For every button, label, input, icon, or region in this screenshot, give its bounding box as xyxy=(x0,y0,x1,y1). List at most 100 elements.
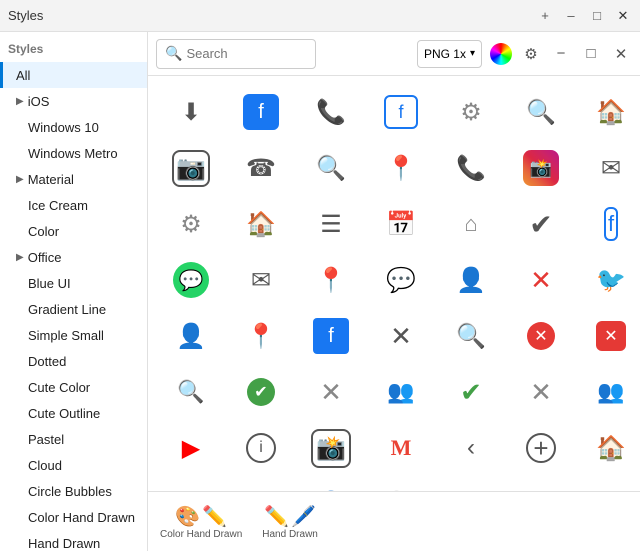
sidebar-item-cute-color[interactable]: Cute Color xyxy=(0,374,147,400)
sidebar-item-hand-drawn[interactable]: Hand Drawn xyxy=(0,530,147,551)
checkmark-icon[interactable]: ✔ xyxy=(506,196,576,252)
sidebar-item-color-hand-drawn[interactable]: Color Hand Drawn xyxy=(0,504,147,530)
sidebar-item-office[interactable]: ▶ Office xyxy=(0,244,147,270)
close-x-red-icon[interactable]: ✕ xyxy=(506,252,576,308)
sidebar-item-label: Cloud xyxy=(28,458,62,473)
sidebar-item-cloud[interactable]: Cloud xyxy=(0,452,147,478)
facebook-outline2-icon[interactable]: f xyxy=(576,196,640,252)
search-blue-icon[interactable]: 🔍 xyxy=(366,476,436,491)
sidebar-item-dotted[interactable]: Dotted xyxy=(0,348,147,374)
twitter2-icon[interactable]: 🐦 xyxy=(156,476,226,491)
sidebar-item-cute-outline[interactable]: Cute Outline xyxy=(0,400,147,426)
close-icon[interactable]: ✕ xyxy=(610,43,632,65)
phone-icon[interactable]: 📞 xyxy=(296,84,366,140)
menu2-icon[interactable]: ☰ xyxy=(436,476,506,491)
phone3-icon[interactable]: 📞 xyxy=(436,140,506,196)
facebook-outline-icon[interactable]: f xyxy=(366,84,436,140)
facebook3-icon[interactable]: f xyxy=(296,308,366,364)
checkmark-green-circle-icon[interactable]: ✔ xyxy=(226,364,296,420)
search3-icon[interactable]: 🔍 xyxy=(296,140,366,196)
home-color-icon[interactable]: 🏠 xyxy=(506,476,576,491)
whatsapp2-icon[interactable]: 💬 xyxy=(366,252,436,308)
sidebar-item-all[interactable]: All xyxy=(0,62,147,88)
close-red-square-icon[interactable]: ✕ xyxy=(576,308,640,364)
sidebar-item-label: Pastel xyxy=(28,432,64,447)
person-icon[interactable]: 👤 xyxy=(436,252,506,308)
sidebar-item-label: iOS xyxy=(28,94,50,109)
home2-icon[interactable]: 🏠 xyxy=(226,196,296,252)
sidebar-item-pastel[interactable]: Pastel xyxy=(0,426,147,452)
plus-circle-icon[interactable]: + xyxy=(506,420,576,476)
search2-icon[interactable]: 🔍 xyxy=(506,84,576,140)
search-box[interactable]: 🔍 xyxy=(156,39,316,69)
location-red-icon[interactable]: 📍 xyxy=(226,308,296,364)
close-x-icon[interactable]: ✕ xyxy=(366,308,436,364)
home3-icon[interactable]: ⌂ xyxy=(436,196,506,252)
close-button[interactable]: ✕ xyxy=(614,7,632,25)
email2-icon[interactable]: ✉ xyxy=(226,252,296,308)
instagram-color-icon[interactable]: 📸 xyxy=(506,140,576,196)
person2-icon[interactable]: 👤 xyxy=(156,308,226,364)
search4-icon[interactable]: 🔍 xyxy=(436,308,506,364)
color-hand-drawn-icon1: 🎨 xyxy=(175,504,200,529)
youtube-icon[interactable]: ▶ xyxy=(156,420,226,476)
instagram-outline-icon[interactable]: 📷 xyxy=(156,140,226,196)
gear2-icon[interactable]: ⚙ xyxy=(156,196,226,252)
chevron-left-icon[interactable]: ‹ xyxy=(436,420,506,476)
email-icon[interactable]: ✉ xyxy=(576,140,640,196)
phone2-icon[interactable]: ☎ xyxy=(226,140,296,196)
close-x3-icon[interactable]: ✕ xyxy=(506,364,576,420)
color-hand-drawn-icon2: ✏️ xyxy=(202,504,227,529)
sidebar-item-windows-metro[interactable]: Windows Metro xyxy=(0,140,147,166)
person3-icon[interactable]: 👤 xyxy=(296,476,366,491)
menu-icon[interactable]: ☰ xyxy=(296,196,366,252)
settings2-icon[interactable]: ⚙ xyxy=(226,476,296,491)
group-icon[interactable]: 👥 xyxy=(366,364,436,420)
checkmark2-icon[interactable]: ✔ xyxy=(436,364,506,420)
hand-drawn-icon1: ✏️ xyxy=(264,504,289,529)
title-bar-label: Styles xyxy=(8,8,43,23)
maximize-button[interactable]: □ xyxy=(588,7,606,25)
search-input[interactable] xyxy=(186,46,306,61)
icon-grid-wrapper: ⬇ f 📞 f ⚙ 🔍 🏠 📷 ☎ 🔍 📍 📞 📸 ✉ ⚙ 🏠 ☰ � xyxy=(148,76,640,491)
facebook-icon[interactable]: f xyxy=(226,84,296,140)
close-x2-icon[interactable]: ✕ xyxy=(296,364,366,420)
close-red-circle-icon[interactable]: ✕ xyxy=(506,308,576,364)
style-thumb-color-hand-drawn[interactable]: 🎨 ✏️ Color Hand Drawn xyxy=(156,500,246,544)
sidebar-item-material[interactable]: ▶ Material xyxy=(0,166,147,192)
location-icon[interactable]: 📍 xyxy=(366,140,436,196)
sidebar-item-ios[interactable]: ▶ iOS xyxy=(0,88,147,114)
settings-gear-icon[interactable]: ⚙ xyxy=(436,84,506,140)
settings-icon[interactable]: ⚙ xyxy=(520,43,542,65)
instagram2-icon[interactable]: 📸 xyxy=(296,420,366,476)
format-selector[interactable]: PNG 1x ▾ xyxy=(417,40,482,68)
gmail-icon[interactable]: M xyxy=(366,420,436,476)
minimize-icon[interactable]: − xyxy=(550,43,572,65)
search-magnify-icon[interactable]: 🔍 xyxy=(156,364,226,420)
style-thumb-hand-drawn[interactable]: ✏️ 🖊️ Hand Drawn xyxy=(258,500,322,544)
sidebar-item-simple-small[interactable]: Simple Small xyxy=(0,322,147,348)
sidebar-item-blue-ui[interactable]: Blue UI xyxy=(0,270,147,296)
maximize-icon[interactable]: □ xyxy=(580,43,602,65)
sidebar-item-windows10[interactable]: Windows 10 xyxy=(0,114,147,140)
sidebar-item-ice-cream[interactable]: Ice Cream xyxy=(0,192,147,218)
twitter-icon[interactable]: 🐦 xyxy=(576,252,640,308)
info-icon[interactable]: i xyxy=(226,420,296,476)
sidebar-item-label: Windows Metro xyxy=(28,146,118,161)
whatsapp-icon[interactable]: 💬 xyxy=(156,252,226,308)
minimize-button[interactable]: – xyxy=(562,7,580,25)
home-icon[interactable]: 🏠 xyxy=(576,84,640,140)
google-icon[interactable]: G xyxy=(576,476,640,491)
download-icon[interactable]: ⬇ xyxy=(156,84,226,140)
sidebar-item-color[interactable]: Color xyxy=(0,218,147,244)
sidebar-item-circle-bubbles[interactable]: Circle Bubbles xyxy=(0,478,147,504)
calendar-icon[interactable]: 📅 xyxy=(366,196,436,252)
sidebar-item-label: Windows 10 xyxy=(28,120,99,135)
color-wheel-icon[interactable] xyxy=(490,43,512,65)
home4-icon[interactable]: 🏠 xyxy=(576,420,640,476)
sidebar-item-label: Color xyxy=(28,224,59,239)
plus-button[interactable]: + xyxy=(536,7,554,25)
location2-icon[interactable]: 📍 xyxy=(296,252,366,308)
group2-icon[interactable]: 👥 xyxy=(576,364,640,420)
sidebar-item-gradient-line[interactable]: Gradient Line xyxy=(0,296,147,322)
